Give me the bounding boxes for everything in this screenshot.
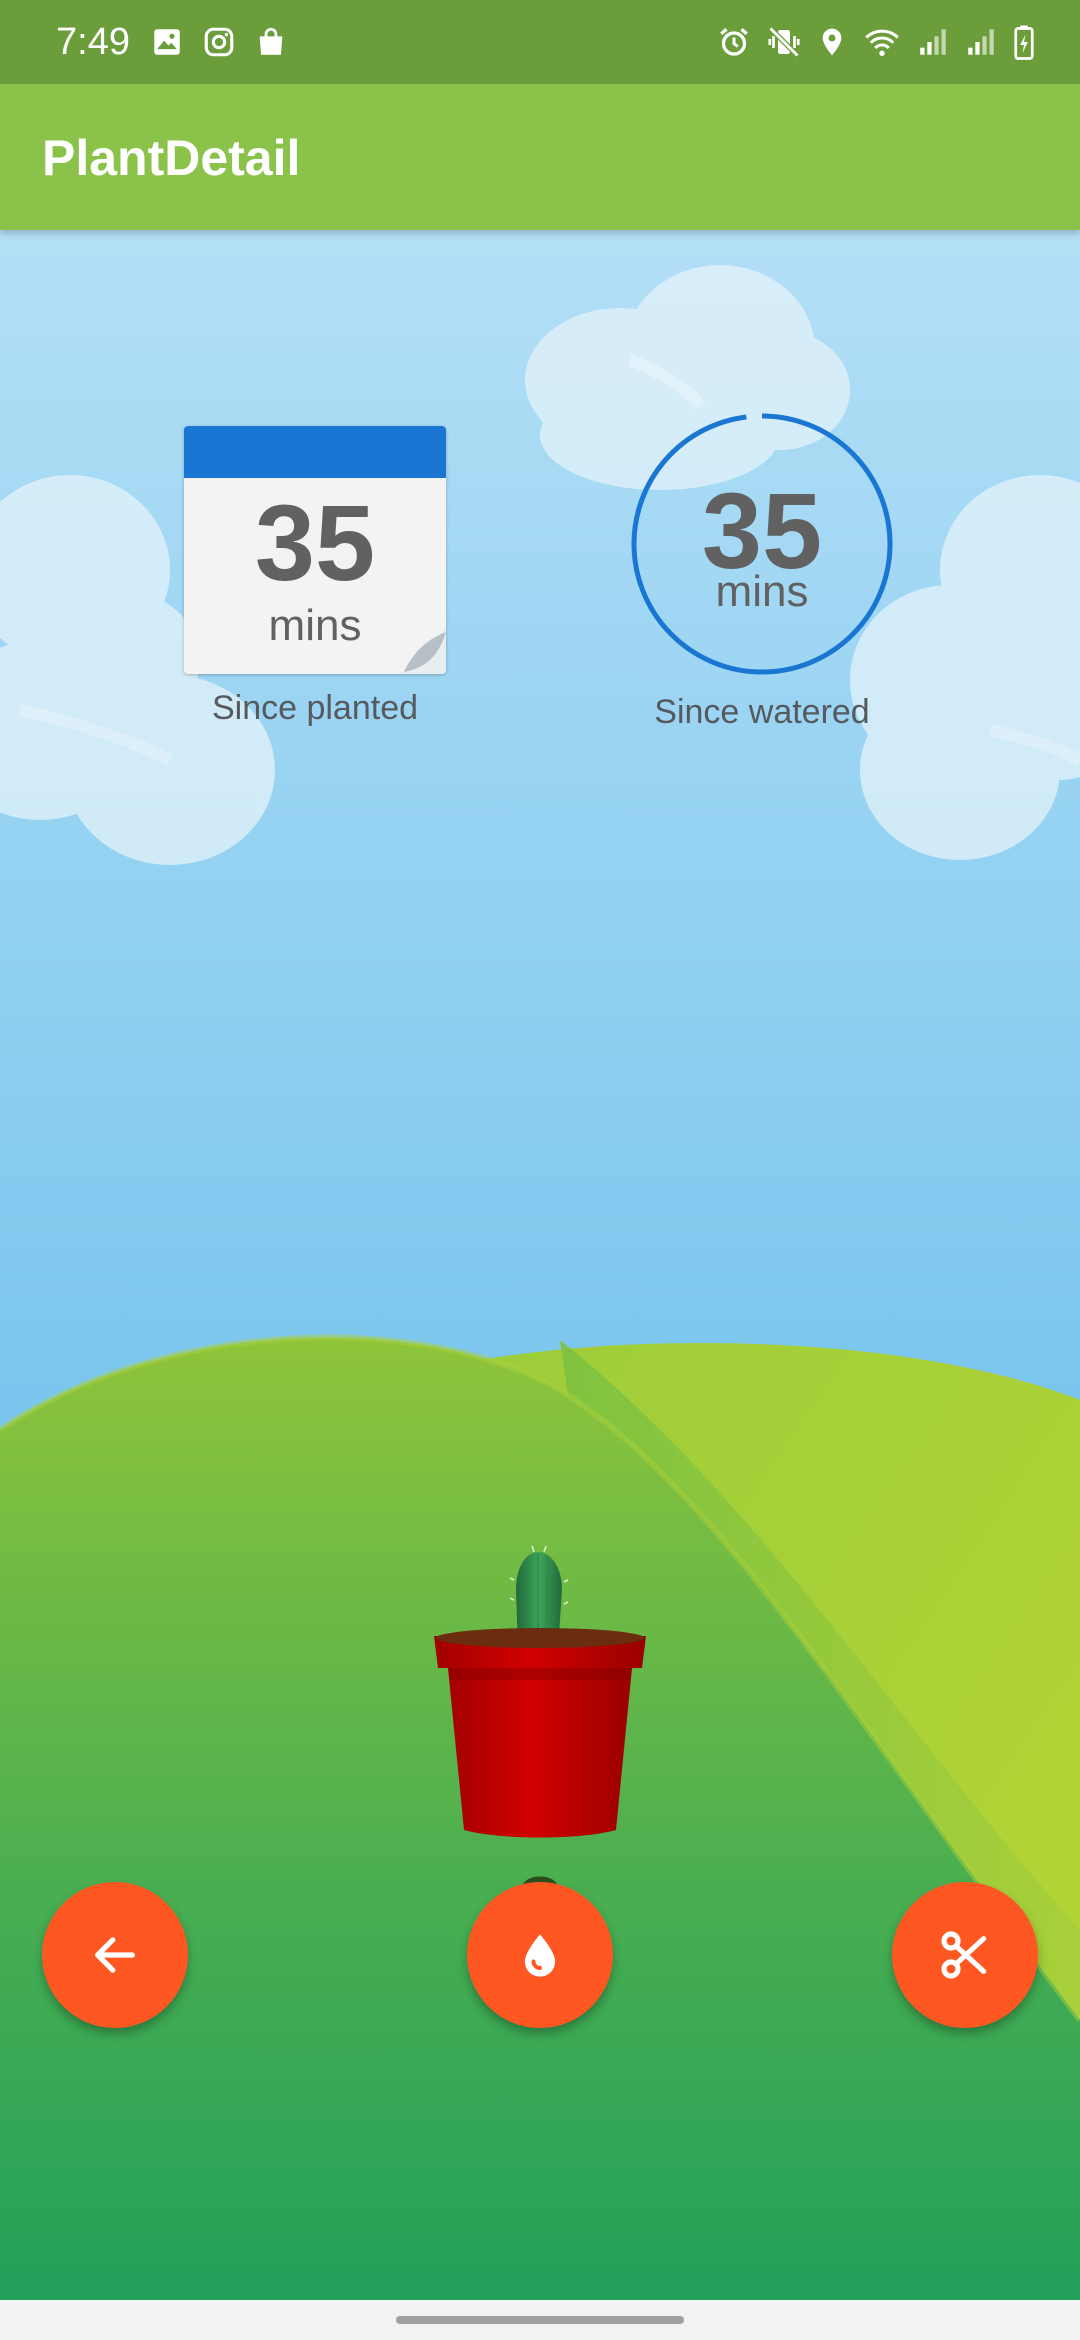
gesture-handle[interactable] [396, 2316, 684, 2324]
status-notification-icons [150, 22, 288, 62]
alarm-icon [716, 24, 752, 60]
battery-charging-icon [1012, 24, 1036, 60]
planted-label: Since planted [211, 689, 419, 727]
watered-label: Since watered [654, 693, 870, 731]
status-bar: 7:49 [0, 0, 1080, 84]
instagram-icon [202, 25, 236, 59]
status-system-icons [716, 22, 1036, 62]
cactus-pot-image [434, 1545, 646, 1838]
shopping-bag-icon [254, 25, 288, 59]
signal-icon [964, 24, 998, 60]
status-time: 7:49 [56, 21, 130, 63]
location-icon [816, 24, 848, 60]
scissors-icon [941, 1931, 987, 1979]
navigation-bar [0, 2300, 1080, 2340]
image-icon [150, 25, 184, 59]
back-button[interactable] [42, 1882, 188, 2028]
calendar-header [184, 426, 446, 478]
planted-value: 35 [254, 482, 376, 603]
water-drop-icon [524, 1934, 556, 1977]
wifi-icon [862, 24, 902, 60]
planted-calendar: 35 mins [184, 426, 446, 674]
vibrate-icon [766, 24, 802, 60]
arrow-back-icon [95, 1937, 135, 1973]
signal-icon [916, 24, 950, 60]
plant-detail-screen: 7:49 PlantDetail 35 mins Since planted 3… [0, 0, 1080, 2340]
app-bar: PlantDetail [0, 84, 1080, 230]
cut-button[interactable] [892, 1882, 1038, 2028]
page-curl-icon [400, 628, 446, 674]
page-title: PlantDetail [42, 130, 301, 186]
watered-unit: mins [715, 567, 809, 616]
water-button[interactable] [467, 1882, 613, 2028]
